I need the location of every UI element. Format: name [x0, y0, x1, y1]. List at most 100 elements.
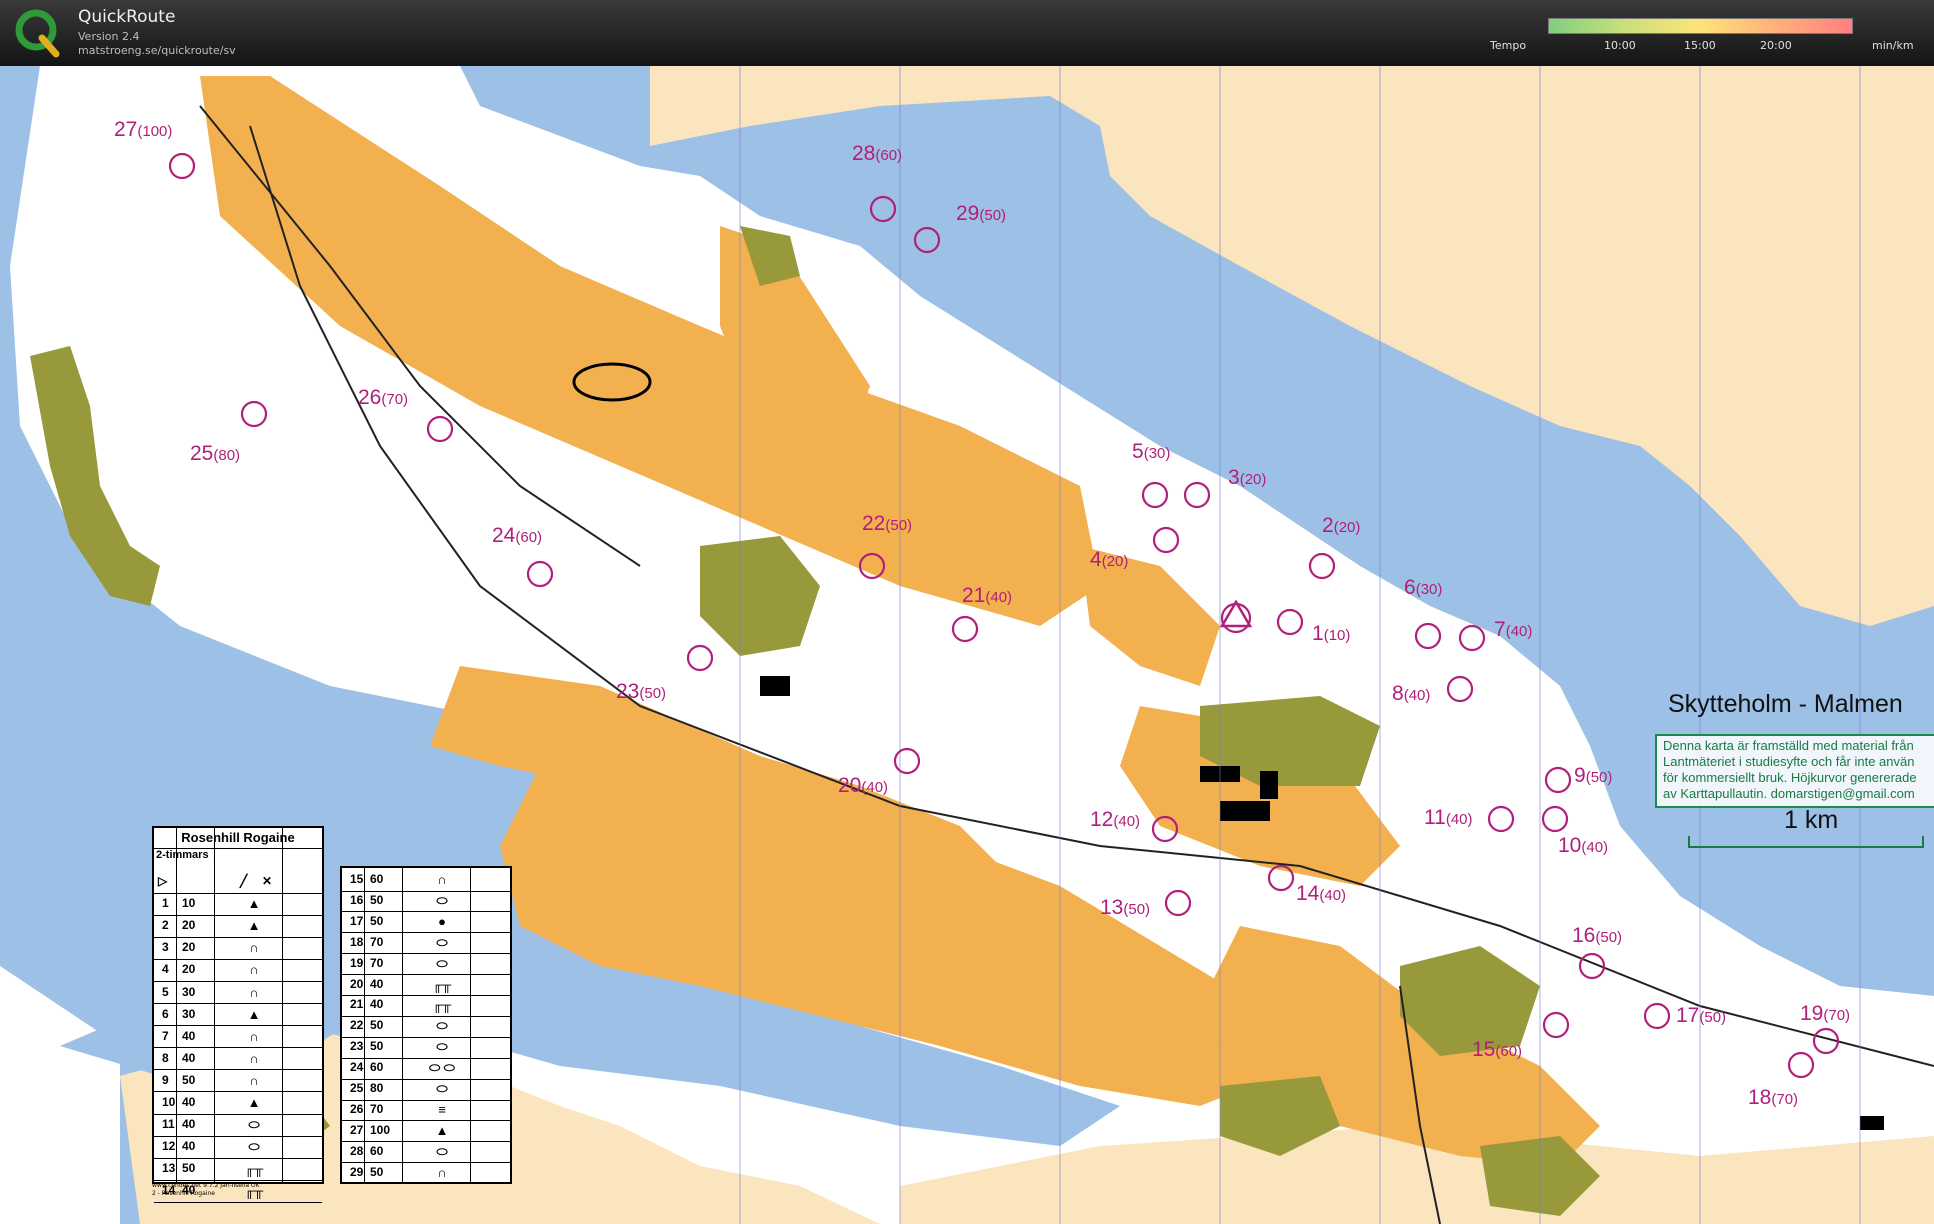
control-label-12: 12(40): [1090, 808, 1141, 831]
description-pts: 50: [182, 1161, 196, 1176]
control-label-23: 23(50): [616, 680, 667, 703]
app-url[interactable]: matstroeng.se/quickroute/sv: [78, 44, 236, 57]
description-pts: 30: [182, 984, 196, 999]
description-num: 18: [350, 934, 364, 949]
description-num: 26: [350, 1101, 364, 1116]
table-gridline: [364, 868, 365, 1182]
description-pts: 40: [182, 1117, 196, 1132]
description-pts: 30: [182, 1006, 196, 1021]
description-symbol: ∩: [249, 984, 259, 1000]
description-symbol: ∩: [249, 962, 259, 978]
control-description-sheet-right: 15 60 ∩ 16 50 ⬭ 17 50 ● 18 70 ⬭ 19 70 ⬭ 20 40 ╓╥ 21 40 ╓╥ 22 5…: [340, 866, 512, 1185]
description-row: 4 20 ∩: [154, 958, 322, 982]
description-num: 19: [350, 955, 364, 970]
description-symbol: ╓╥: [432, 997, 452, 1013]
control-label-27: 27(100): [114, 118, 173, 141]
scale-label: 1 km: [1784, 806, 1839, 834]
table-gridline: [282, 828, 283, 1182]
description-pts: 60: [370, 1060, 384, 1075]
control-label-14: 14(40): [1296, 882, 1347, 905]
control-label-16: 16(50): [1572, 924, 1623, 947]
description-symbol: ╓╥: [244, 1161, 264, 1177]
description-symbol: ▲: [247, 896, 261, 912]
tempo-tick-2: 15:00: [1684, 39, 1716, 52]
description-row: 8 40 ∩: [154, 1047, 322, 1071]
description-pts: 20: [182, 918, 196, 933]
description-symbol: ╓╥: [432, 976, 452, 992]
description-title: Rosenhill Rogaine: [154, 828, 322, 849]
description-symbol: ∩: [249, 940, 259, 956]
tempo-color-scale: [1548, 18, 1853, 34]
description-num: 3: [162, 940, 169, 955]
description-num: 17: [350, 913, 364, 928]
description-num: 16: [350, 892, 364, 907]
description-symbol: ∩: [249, 1050, 259, 1066]
description-num: 9: [162, 1072, 169, 1087]
description-symbol: ∩: [437, 1164, 447, 1180]
description-header-symbol: ▷: [158, 874, 168, 888]
description-row: 7 40 ∩: [154, 1025, 322, 1049]
description-row: 6 30 ▲: [154, 1003, 322, 1027]
control-label-8: 8(40): [1392, 682, 1431, 705]
description-num: 15: [350, 872, 364, 886]
quickroute-logo-icon: [15, 9, 60, 58]
description-pts: 10: [182, 896, 196, 911]
scale-bar: [1688, 836, 1924, 848]
description-subtitle: 2-timmars: [156, 849, 209, 861]
control-label-7: 7(40): [1494, 618, 1533, 641]
description-symbol: ⬭: [436, 892, 448, 908]
description-row: 11 40 ⬭: [154, 1113, 322, 1137]
description-pts: 70: [370, 934, 384, 949]
description-row: 10 40 ▲: [154, 1091, 322, 1115]
description-num: 25: [350, 1081, 364, 1095]
description-num: 10: [162, 1095, 176, 1109]
control-label-17: 17(50): [1676, 1004, 1727, 1027]
control-label-21: 21(40): [962, 584, 1013, 607]
description-pts: 40: [182, 1028, 196, 1043]
description-pts: 40: [182, 1050, 196, 1065]
description-symbol: ⬭: [436, 955, 448, 971]
description-pts: 100: [370, 1122, 391, 1137]
description-pts: 50: [182, 1072, 196, 1087]
control-label-22: 22(50): [862, 512, 913, 535]
tempo-tick-1: 10:00: [1604, 39, 1636, 52]
control-label-15: 15(60): [1472, 1038, 1523, 1061]
description-header-symbol: ✕: [262, 874, 273, 888]
description-symbol: ⬭: [248, 1139, 260, 1155]
description-num: 12: [162, 1139, 176, 1154]
tempo-label: Tempo: [1490, 39, 1527, 52]
control-label-29: 29(50): [956, 202, 1007, 225]
table-gridline: [214, 828, 215, 1182]
control-label-5: 5(30): [1132, 440, 1171, 463]
description-num: 13: [162, 1161, 176, 1176]
app-title: QuickRoute: [78, 7, 176, 27]
info-line: av Karttapullautin. domarstigen@gmail.co…: [1663, 786, 1915, 801]
table-gridline: [402, 868, 403, 1182]
description-symbol: ⬭: [436, 1018, 448, 1034]
description-pts: 40: [370, 997, 384, 1012]
app-version: Version 2.4: [78, 30, 140, 43]
description-num: 23: [350, 1039, 364, 1054]
control-label-10: 10(40): [1558, 834, 1609, 857]
description-pts: 70: [370, 1101, 384, 1116]
tempo-unit: min/km: [1872, 39, 1914, 52]
description-symbol: ⬭: [436, 1143, 448, 1159]
control-label-3: 3(20): [1228, 466, 1267, 489]
description-num: 20: [350, 976, 364, 991]
description-row: 12 40 ⬭: [154, 1135, 322, 1159]
description-row: 9 50 ∩: [154, 1069, 322, 1093]
control-label-6: 6(30): [1404, 576, 1443, 599]
description-symbol: ▲: [247, 1006, 261, 1022]
map-copyright-box: Denna karta är framställd med material f…: [1655, 734, 1934, 808]
control-label-26: 26(70): [358, 386, 409, 409]
table-gridline: [470, 868, 471, 1182]
description-row: 13 50 ╓╥: [154, 1157, 322, 1181]
description-num: 29: [350, 1164, 364, 1179]
description-row: 1 10 ▲: [154, 892, 322, 916]
description-pts: 50: [370, 913, 384, 928]
description-pts: 60: [370, 872, 384, 886]
quickroute-window: QuickRoute Version 2.4 matstroeng.se/qui…: [0, 0, 1934, 1224]
description-num: 2: [162, 918, 169, 933]
description-symbol: ≡: [438, 1101, 446, 1117]
control-label-1: 1(10): [1312, 622, 1351, 645]
